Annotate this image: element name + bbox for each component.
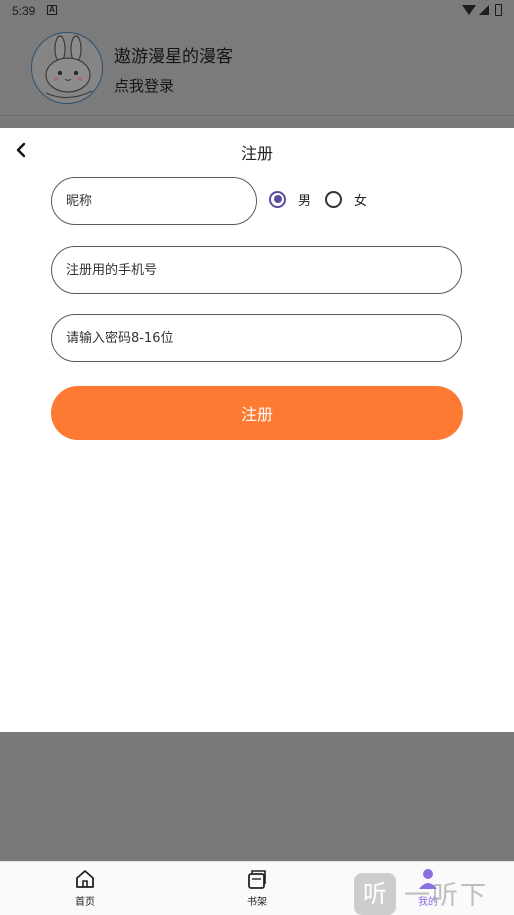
bottom-tab-bar: 首页 书架 我的 [0,861,514,915]
radio-checked-icon [269,190,286,208]
nickname-input[interactable] [51,177,257,225]
password-input[interactable] [51,314,462,362]
battery-icon [495,4,502,16]
radio-unchecked-icon [325,190,342,208]
gender-female-label: 女 [354,193,368,209]
gender-male-label: 男 [298,193,312,209]
dialog-title: 注册 [240,144,273,163]
status-bar: 5:39 A [0,0,514,22]
gender-male-radio[interactable]: 男 [269,189,311,209]
register-dialog: 注册 男 女 注册 [0,128,514,732]
a-notification-icon: A [47,5,57,15]
bunny-avatar-icon [45,35,93,99]
bookshelf-icon [248,870,266,889]
gender-female-radio[interactable]: 女 [325,189,367,209]
profile-header[interactable]: 遨游漫星的漫客 点我登录 [0,22,514,116]
tab-bookshelf[interactable]: 书架 [227,868,287,914]
tab-home-label: 首页 [75,897,95,908]
user-icon [419,869,437,889]
avatar[interactable] [31,32,103,104]
signal-icon [479,5,489,15]
login-link[interactable]: 点我登录 [114,75,174,96]
wifi-icon [462,5,476,15]
tab-bookshelf-label: 书架 [247,897,267,908]
profile-nickname: 遨游漫星的漫客 [114,47,233,67]
status-time: 5:39 [12,4,36,18]
tab-mine[interactable]: 我的 [398,868,458,914]
phone-input[interactable] [51,246,462,294]
home-icon [76,870,94,888]
register-button[interactable]: 注册 [51,386,463,440]
tab-home[interactable]: 首页 [55,868,115,914]
tab-mine-label: 我的 [418,897,438,908]
